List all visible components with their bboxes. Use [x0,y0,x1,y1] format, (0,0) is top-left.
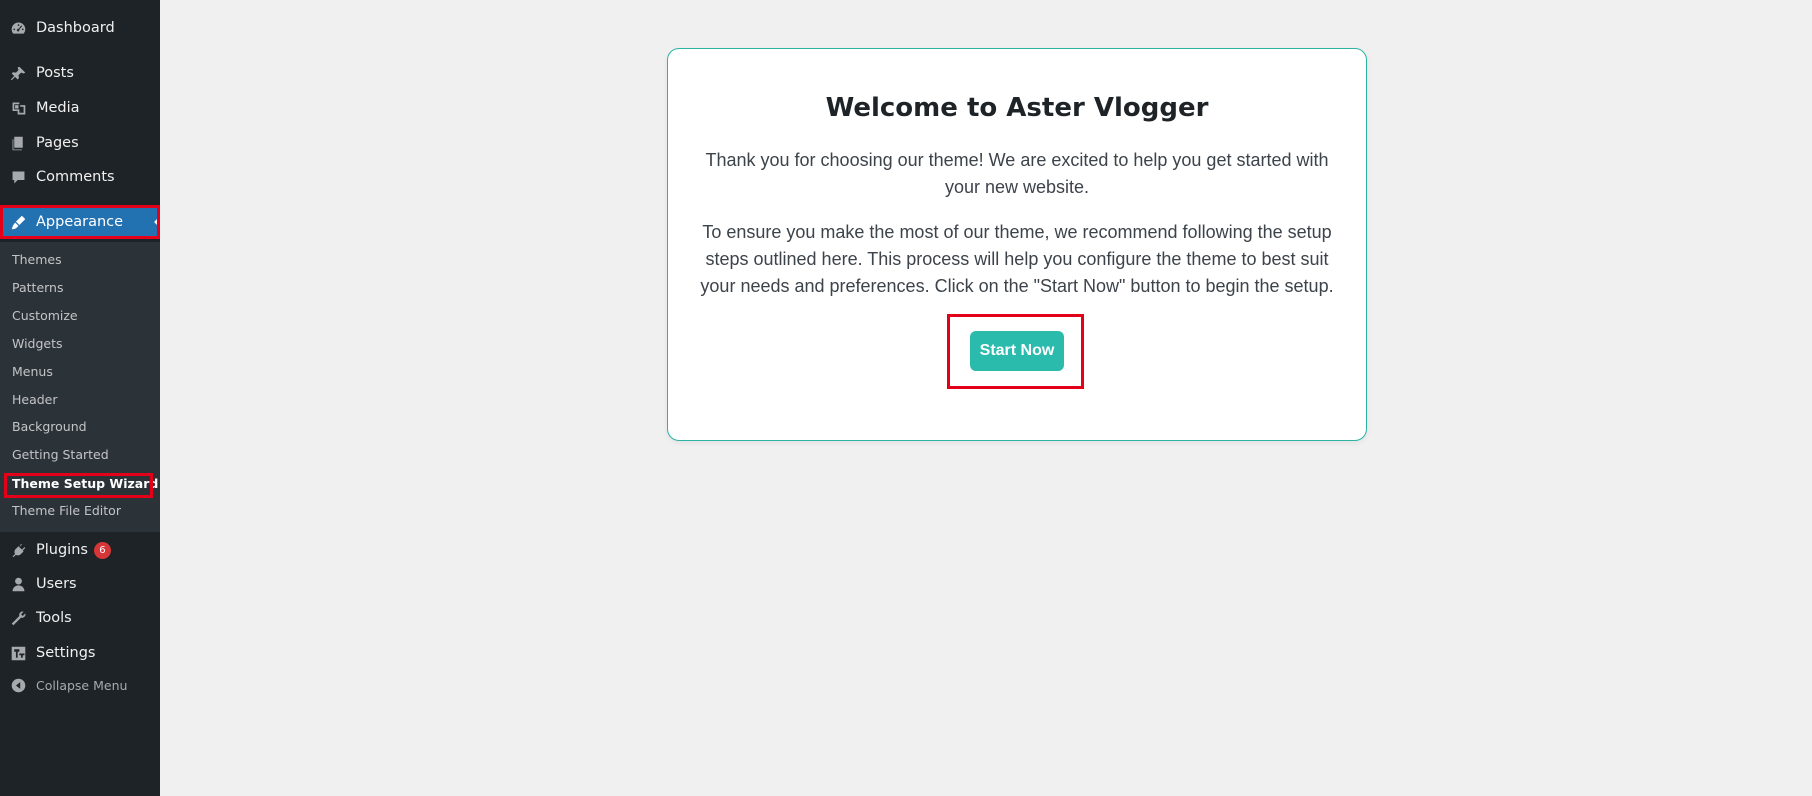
sidebar-item-label: Media [36,100,80,116]
appearance-submenu: Themes Patterns Customize Widgets Menus … [0,242,160,532]
sidebar-item-tools[interactable]: Tools [0,601,160,635]
submenu-item-theme-file-editor[interactable]: Theme File Editor [12,503,121,518]
sidebar-item-label: Users [36,576,77,592]
pin-icon [9,64,27,82]
welcome-title: Welcome to Aster Vlogger [825,93,1209,123]
welcome-card: Welcome to Aster Vlogger Thank you for c… [667,48,1367,441]
sidebar-item-media[interactable]: Media [0,91,160,125]
sidebar-item-label: Settings [36,645,96,661]
submenu-item-getting-started[interactable]: Getting Started [12,447,109,462]
sidebar-item-posts[interactable]: Posts [0,56,160,90]
sidebar-item-plugins[interactable]: Plugins 6 [0,533,160,567]
collapse-menu-label: Collapse Menu [36,677,128,693]
sidebar-item-comments[interactable]: Comments [0,160,160,194]
admin-sidebar: Dashboard Posts Media Pages Comments App… [0,0,160,796]
submenu-item-customize[interactable]: Customize [12,308,78,323]
sidebar-item-appearance[interactable]: Appearance [0,205,160,239]
submenu-item-themes[interactable]: Themes [12,252,62,267]
setup-instructions-text: To ensure you make the most of our theme… [700,222,1334,296]
paintbrush-icon [9,213,27,231]
sidebar-item-label: Posts [36,65,74,81]
sidebar-item-pages[interactable]: Pages [0,126,160,160]
settings-icon [9,644,27,662]
wrench-icon [9,609,27,627]
sidebar-item-users[interactable]: Users [0,567,160,601]
sidebar-item-dashboard[interactable]: Dashboard [0,11,160,45]
collapse-menu-button[interactable]: Collapse Menu [0,668,160,702]
pages-icon [9,134,27,152]
start-now-button[interactable]: Start Now [970,331,1064,371]
plugins-update-count-badge: 6 [93,541,111,559]
collapse-icon [9,676,27,694]
submenu-item-menus[interactable]: Menus [12,364,53,379]
user-icon [9,575,27,593]
sidebar-item-label: Appearance [36,214,124,230]
submenu-item-header[interactable]: Header [12,392,58,407]
sidebar-item-label: Plugins [36,542,88,558]
sidebar-item-label: Comments [36,169,115,185]
sidebar-item-label: Pages [36,135,79,151]
sidebar-item-label: Tools [36,610,72,626]
plugin-icon [9,541,27,559]
comments-icon [9,168,27,186]
dashboard-icon [9,19,27,37]
sidebar-item-label: Dashboard [36,20,115,36]
welcome-intro-text: Thank you for choosing our theme! We are… [705,150,1329,197]
submenu-item-widgets[interactable]: Widgets [12,336,63,351]
sidebar-item-settings[interactable]: Settings [0,636,160,670]
submenu-item-patterns[interactable]: Patterns [12,280,63,295]
submenu-item-background[interactable]: Background [12,419,87,434]
media-icon [9,99,27,117]
submenu-item-theme-setup-wizard[interactable]: Theme Setup Wizard [12,476,158,491]
